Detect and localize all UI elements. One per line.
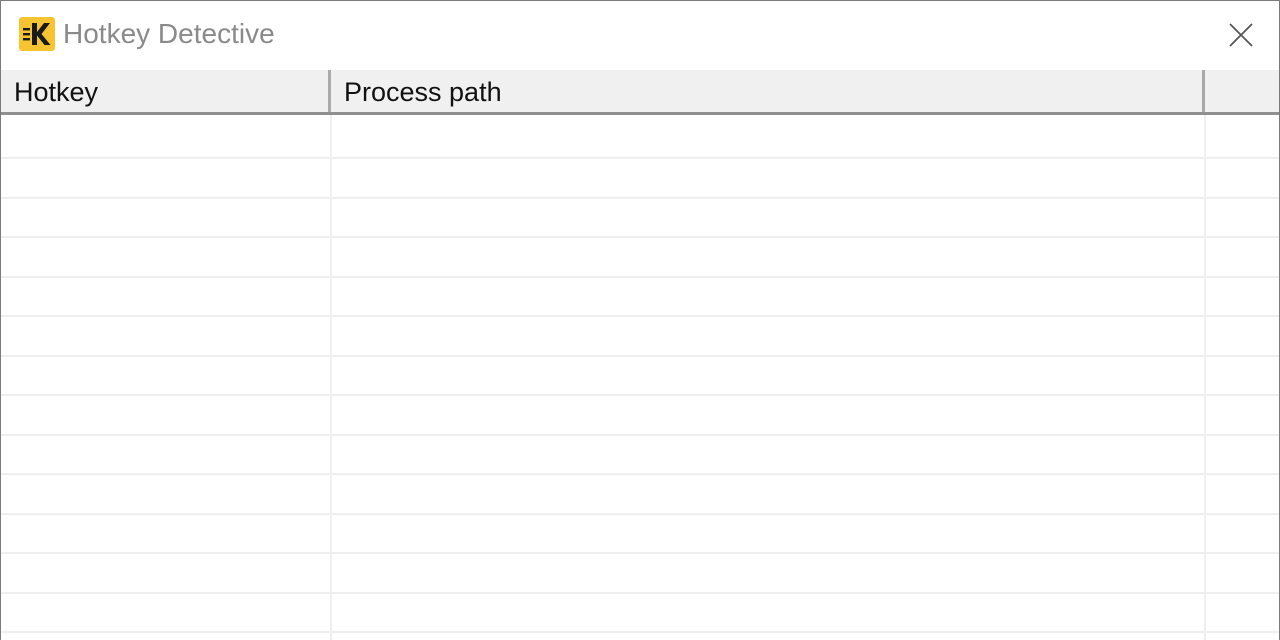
row-gridline [1, 513, 1279, 515]
column-divider [1204, 115, 1206, 640]
row-gridline [1, 315, 1279, 317]
row-gridline [1, 592, 1279, 594]
row-gridline [1, 355, 1279, 357]
row-gridline [1, 236, 1279, 238]
column-header-hotkey[interactable]: Hotkey [1, 70, 331, 112]
column-divider [330, 115, 332, 640]
column-header-process-path[interactable]: Process path [331, 70, 1205, 112]
title-bar[interactable]: Hotkey Detective [1, 1, 1279, 69]
row-gridline [1, 276, 1279, 278]
window-title: Hotkey Detective [63, 18, 275, 49]
row-gridline [1, 157, 1279, 159]
row-gridline [1, 434, 1279, 436]
row-gridline [1, 473, 1279, 475]
app-logo-icon [19, 17, 55, 51]
row-gridline [1, 552, 1279, 554]
hotkey-list[interactable]: Hotkey Process path [1, 70, 1279, 640]
hotkey-detective-window: Hotkey Detective Hotkey Process path [0, 0, 1280, 640]
column-header-filler [1205, 70, 1279, 112]
list-body[interactable] [1, 115, 1279, 640]
close-button[interactable] [1225, 19, 1257, 51]
list-header: Hotkey Process path [1, 70, 1279, 115]
row-gridline [1, 394, 1279, 396]
close-icon [1229, 23, 1253, 47]
row-gridline [1, 631, 1279, 633]
row-gridline [1, 197, 1279, 199]
